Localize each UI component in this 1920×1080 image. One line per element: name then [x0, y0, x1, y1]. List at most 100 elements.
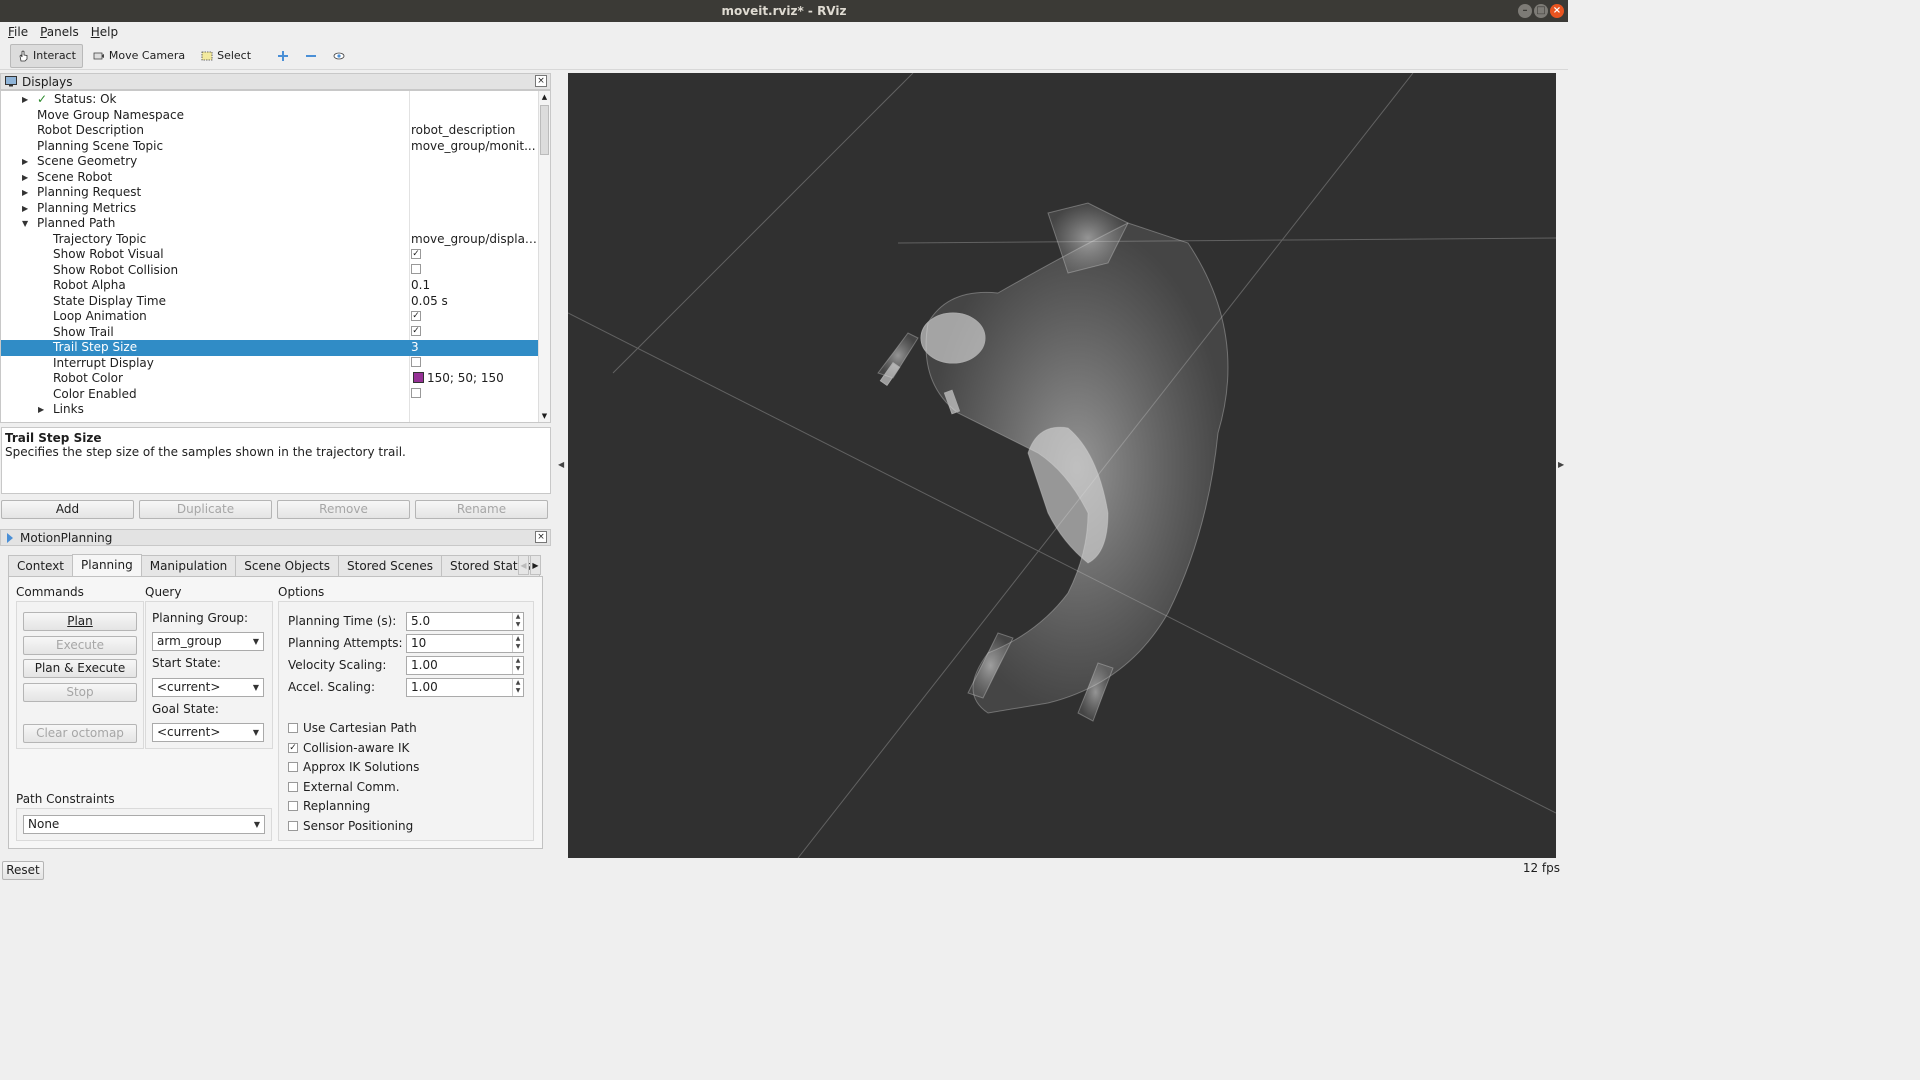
- scroll-down-icon[interactable]: ▼: [539, 410, 550, 422]
- row-value[interactable]: 0.05 s: [411, 294, 539, 310]
- menu-help[interactable]: Help: [91, 22, 118, 42]
- spin-arrows-icon[interactable]: ▲ ▼: [512, 613, 523, 630]
- plan-button[interactable]: Plan: [23, 612, 137, 631]
- sensor-positioning-option[interactable]: Sensor Positioning: [288, 819, 413, 833]
- interrupt-display-checkbox[interactable]: [411, 357, 421, 367]
- expand-arrow-icon[interactable]: ▶: [22, 201, 28, 217]
- external-comm-checkbox[interactable]: [288, 782, 298, 792]
- accel-scaling-spinbox[interactable]: 1.00 ▲ ▼: [406, 678, 524, 697]
- close-panel-icon[interactable]: ×: [535, 531, 547, 543]
- color-enabled-checkbox[interactable]: [411, 388, 421, 398]
- reset-button[interactable]: Reset: [2, 861, 44, 880]
- spin-arrows-icon[interactable]: ▲ ▼: [512, 657, 523, 674]
- scroll-up-icon[interactable]: ▲: [539, 91, 550, 103]
- interact-tool-button[interactable]: Interact: [10, 43, 83, 68]
- row-value[interactable]: move_group/monit...: [411, 139, 539, 155]
- select-tool-button[interactable]: Select: [195, 44, 257, 68]
- remove-tool-button[interactable]: [299, 44, 323, 68]
- show-robot-visual-checkbox[interactable]: ✓: [411, 248, 421, 259]
- goal-state-select[interactable]: <current> ▼: [152, 723, 264, 742]
- show-robot-collision-checkbox[interactable]: [411, 264, 421, 274]
- tree-row-planning-request[interactable]: ▶ Planning Request: [1, 185, 539, 201]
- replanning-option[interactable]: Replanning: [288, 799, 370, 813]
- tree-row-robot-description[interactable]: Robot Description robot_description: [1, 123, 539, 139]
- tree-row-trail-step-size[interactable]: Trail Step Size 3: [1, 340, 539, 356]
- menu-panels[interactable]: Panels: [40, 22, 79, 42]
- collision-aware-ik-option[interactable]: ✓ Collision-aware IK: [288, 741, 409, 755]
- start-state-select[interactable]: <current> ▼: [152, 678, 264, 697]
- remove-button[interactable]: Remove: [277, 500, 410, 519]
- tab-scene-objects[interactable]: Scene Objects: [235, 555, 339, 576]
- tab-stored-scenes[interactable]: Stored Scenes: [338, 555, 442, 576]
- tab-scroll-right-icon[interactable]: ▶: [530, 555, 541, 575]
- tree-row-color-enabled[interactable]: Color Enabled: [1, 387, 539, 403]
- use-cartesian-path-checkbox[interactable]: [288, 723, 298, 733]
- collapse-arrow-icon[interactable]: ▼: [22, 216, 28, 232]
- move-camera-tool-button[interactable]: Move Camera: [87, 44, 191, 68]
- tree-row-interrupt-display[interactable]: Interrupt Display: [1, 356, 539, 372]
- tree-row-status[interactable]: ▶ ✓ Status: Ok: [1, 92, 539, 108]
- collapse-left-dock-icon[interactable]: ◀: [558, 460, 564, 469]
- tree-scrollbar[interactable]: ▲ ▼: [538, 91, 550, 422]
- expand-arrow-icon[interactable]: ▶: [22, 92, 28, 108]
- duplicate-button[interactable]: Duplicate: [139, 500, 272, 519]
- add-button[interactable]: Add: [1, 500, 134, 519]
- expand-arrow-icon[interactable]: ▶: [22, 185, 28, 201]
- tree-row-robot-alpha[interactable]: Robot Alpha 0.1: [1, 278, 539, 294]
- close-icon[interactable]: ×: [1550, 4, 1564, 18]
- menu-file[interactable]: File: [8, 22, 28, 42]
- path-constraints-select[interactable]: None ▼: [23, 815, 265, 834]
- sensor-positioning-checkbox[interactable]: [288, 821, 298, 831]
- minimize-icon[interactable]: –: [1518, 4, 1532, 18]
- add-tool-button[interactable]: [271, 44, 295, 68]
- row-value[interactable]: 150; 50; 150: [427, 371, 504, 385]
- row-value[interactable]: 3: [411, 340, 539, 356]
- tree-row-planning-metrics[interactable]: ▶ Planning Metrics: [1, 201, 539, 217]
- color-swatch[interactable]: [413, 372, 424, 383]
- spin-arrows-icon[interactable]: ▲ ▼: [512, 679, 523, 696]
- show-trail-checkbox[interactable]: ✓: [411, 326, 421, 336]
- tree-row-move-group-namespace[interactable]: Move Group Namespace: [1, 108, 539, 124]
- planning-time-spinbox[interactable]: 5.0 ▲ ▼: [406, 612, 524, 631]
- expand-arrow-icon[interactable]: ▶: [38, 402, 44, 418]
- collision-aware-ik-checkbox[interactable]: ✓: [288, 743, 298, 753]
- planning-group-select[interactable]: arm_group ▼: [152, 632, 264, 651]
- tree-row-links[interactable]: ▶ Links: [1, 402, 539, 418]
- loop-animation-checkbox[interactable]: ✓: [411, 310, 421, 321]
- row-value[interactable]: move_group/display...: [411, 232, 539, 248]
- tree-row-trajectory-topic[interactable]: Trajectory Topic move_group/display...: [1, 232, 539, 248]
- tree-row-scene-robot[interactable]: ▶ Scene Robot: [1, 170, 539, 186]
- tree-row-scene-geometry[interactable]: ▶ Scene Geometry: [1, 154, 539, 170]
- tree-row-planning-scene-topic[interactable]: Planning Scene Topic move_group/monit...: [1, 139, 539, 155]
- velocity-scaling-spinbox[interactable]: 1.00 ▲ ▼: [406, 656, 524, 675]
- collapse-right-dock-icon[interactable]: ▶: [1558, 460, 1564, 469]
- replanning-checkbox[interactable]: [288, 801, 298, 811]
- use-cartesian-path-option[interactable]: Use Cartesian Path: [288, 721, 417, 735]
- tree-row-robot-color[interactable]: Robot Color 150; 50; 150: [1, 371, 539, 387]
- row-value[interactable]: 0.1: [411, 278, 539, 294]
- clear-octomap-button[interactable]: Clear octomap: [23, 724, 137, 743]
- tree-row-show-robot-collision[interactable]: Show Robot Collision: [1, 263, 539, 279]
- approx-ik-option[interactable]: Approx IK Solutions: [288, 760, 419, 774]
- approx-ik-checkbox[interactable]: [288, 762, 298, 772]
- rename-button[interactable]: Rename: [415, 500, 548, 519]
- tree-row-planned-path[interactable]: ▼ Planned Path: [1, 216, 539, 232]
- tab-context[interactable]: Context: [8, 555, 74, 576]
- maximize-icon[interactable]: □: [1534, 4, 1548, 18]
- stop-button[interactable]: Stop: [23, 683, 137, 702]
- row-value[interactable]: robot_description: [411, 123, 539, 139]
- execute-button[interactable]: Execute: [23, 636, 137, 655]
- planning-attempts-spinbox[interactable]: 10 ▲ ▼: [406, 634, 524, 653]
- tab-planning[interactable]: Planning: [72, 554, 142, 576]
- tree-row-loop-animation[interactable]: Loop Animation ✓: [1, 309, 539, 325]
- external-comm-option[interactable]: External Comm.: [288, 780, 400, 794]
- close-panel-icon[interactable]: ×: [535, 75, 547, 87]
- view-tool-button[interactable]: [327, 44, 351, 68]
- expand-arrow-icon[interactable]: ▶: [22, 170, 28, 186]
- expand-arrow-icon[interactable]: ▶: [22, 154, 28, 170]
- tab-manipulation[interactable]: Manipulation: [140, 555, 237, 576]
- 3d-viewport[interactable]: [568, 73, 1556, 858]
- tab-scroll-left-icon[interactable]: ◀: [518, 555, 529, 575]
- tree-row-show-robot-visual[interactable]: Show Robot Visual ✓: [1, 247, 539, 263]
- tree-row-show-trail[interactable]: Show Trail ✓: [1, 325, 539, 341]
